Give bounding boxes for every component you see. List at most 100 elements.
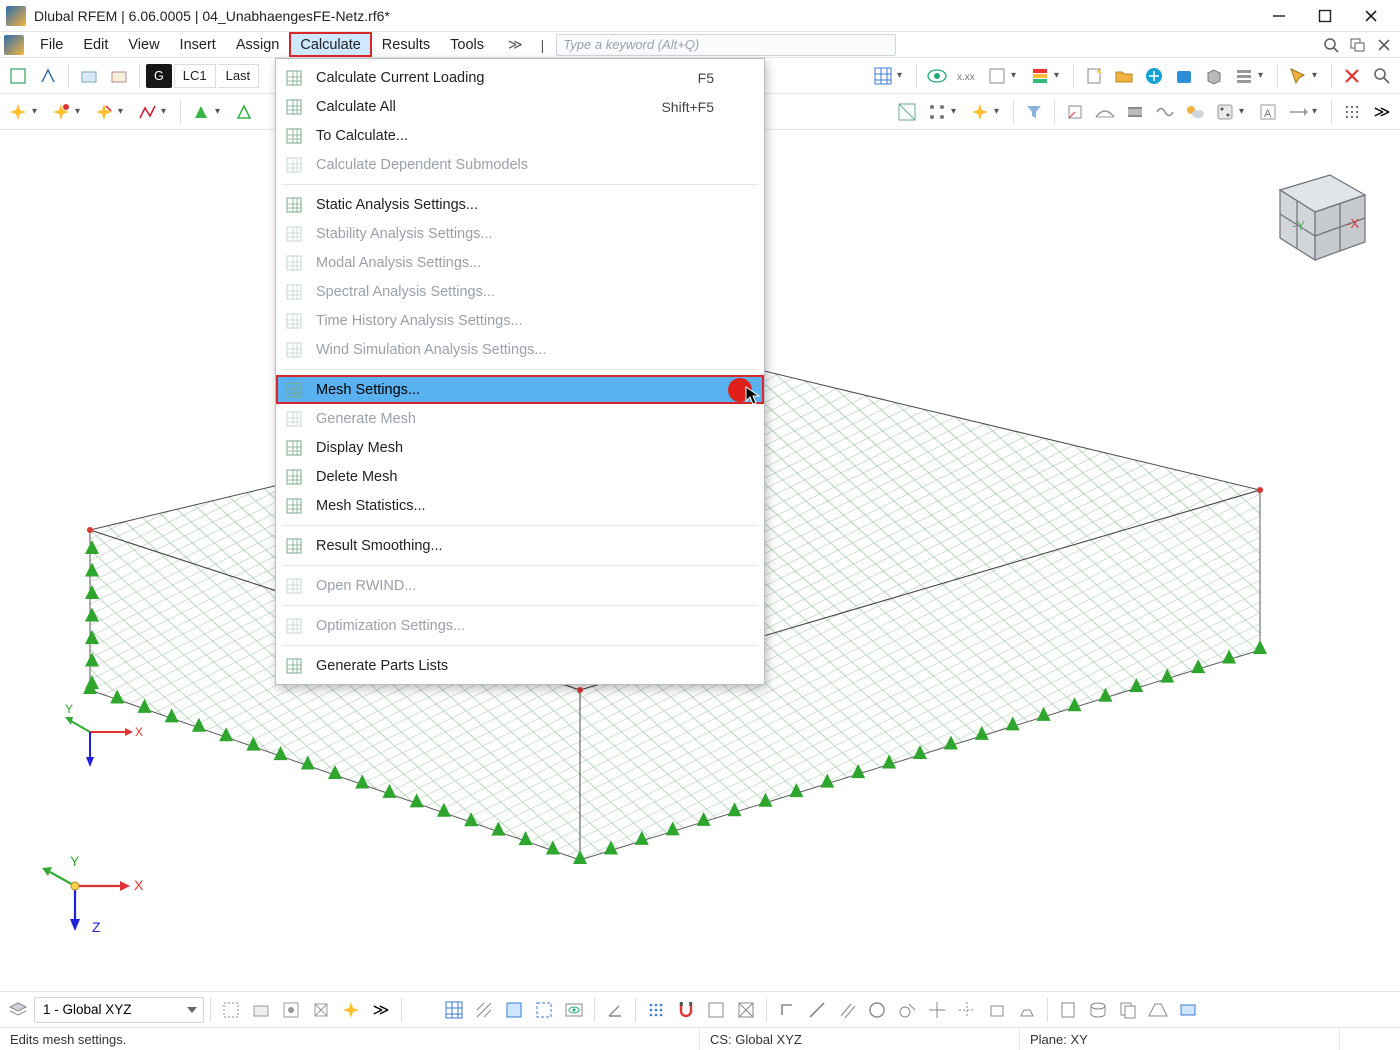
chevron-down-icon[interactable]: ▾ — [32, 106, 42, 117]
menu-calculate[interactable]: Calculate — [289, 32, 371, 57]
section-plane-icon[interactable] — [1174, 996, 1202, 1024]
panel-close-icon[interactable] — [1374, 36, 1394, 54]
angle-icon[interactable] — [601, 996, 629, 1024]
menu-item-mesh-statistics[interactable]: Mesh Statistics... — [276, 491, 764, 520]
support-alt-icon[interactable] — [230, 98, 258, 126]
chevron-down-icon[interactable]: ▾ — [897, 70, 907, 81]
cloud-icon[interactable] — [1140, 62, 1168, 90]
chevron-down-icon[interactable]: ▾ — [1239, 106, 1249, 117]
orientation-cube[interactable]: -Y -X — [1250, 150, 1380, 280]
film-icon[interactable] — [1121, 98, 1149, 126]
restore-panels-icon[interactable] — [1348, 36, 1368, 54]
spark-icon[interactable] — [4, 98, 32, 126]
close-button[interactable] — [1348, 1, 1394, 31]
tool-icon[interactable] — [247, 996, 275, 1024]
arrow-icon[interactable] — [1284, 98, 1312, 126]
menu-overflow-icon[interactable]: ≫ — [504, 36, 527, 53]
menu-item-result-smoothing[interactable]: Result Smoothing... — [276, 531, 764, 560]
list-icon[interactable] — [1230, 62, 1258, 90]
wave-icon[interactable] — [1151, 98, 1179, 126]
mesh-grid-icon[interactable] — [440, 996, 468, 1024]
polyline-icon[interactable] — [133, 98, 161, 126]
cloud-sun-icon[interactable] — [1181, 98, 1209, 126]
group-chip[interactable]: G — [146, 64, 172, 88]
tool-icon[interactable] — [1013, 996, 1041, 1024]
snap-endpoint-icon[interactable] — [702, 996, 730, 1024]
eye-box-icon[interactable] — [560, 996, 588, 1024]
guide-dashed-icon[interactable] — [953, 996, 981, 1024]
chevron-down-icon[interactable]: ▾ — [994, 106, 1004, 117]
menu-item-mesh-settings[interactable]: Mesh Settings... — [276, 375, 764, 404]
tool-icon[interactable] — [105, 62, 133, 90]
view-combo[interactable]: 1 - Global XYZ — [34, 997, 204, 1023]
select-all-icon[interactable] — [500, 996, 528, 1024]
spark-red-icon[interactable] — [47, 98, 75, 126]
spark-arrow-icon[interactable] — [90, 98, 118, 126]
snap-grid-icon[interactable] — [642, 996, 670, 1024]
page-copy-icon[interactable] — [1114, 996, 1142, 1024]
last-loadcase-button[interactable]: Last — [218, 64, 260, 88]
module-icon[interactable] — [1170, 62, 1198, 90]
menu-file[interactable]: File — [30, 32, 73, 57]
mesh-lines-icon[interactable] — [470, 996, 498, 1024]
parallel-tool-icon[interactable] — [833, 996, 861, 1024]
chevron-down-icon[interactable]: ▾ — [161, 106, 171, 117]
chevron-down-icon[interactable]: ▾ — [215, 106, 225, 117]
line-tool-icon[interactable] — [803, 996, 831, 1024]
perspective-icon[interactable] — [1144, 996, 1172, 1024]
search-go-icon[interactable] — [1322, 36, 1342, 54]
search-input[interactable] — [556, 34, 896, 56]
chevron-down-icon[interactable]: ▾ — [1054, 70, 1064, 81]
overflow-icon[interactable]: ≫ — [1368, 98, 1396, 126]
guide-cross-icon[interactable] — [923, 996, 951, 1024]
color-map-icon[interactable] — [1026, 62, 1054, 90]
menu-item-calculate-current-loading[interactable]: Calculate Current LoadingF5 — [276, 63, 764, 92]
page-front-icon[interactable] — [1054, 996, 1082, 1024]
app-menu-icon[interactable] — [4, 35, 24, 55]
maximize-button[interactable] — [1302, 1, 1348, 31]
menu-item-display-mesh[interactable]: Display Mesh — [276, 433, 764, 462]
menu-item-calculate-all[interactable]: Calculate AllShift+F5 — [276, 92, 764, 121]
menu-view[interactable]: View — [118, 32, 169, 57]
section-icon[interactable] — [893, 98, 921, 126]
tool-icon[interactable] — [277, 996, 305, 1024]
visibility-icon[interactable] — [923, 62, 951, 90]
magnet-icon[interactable] — [672, 996, 700, 1024]
tool-icon[interactable] — [4, 62, 32, 90]
minimize-button[interactable] — [1256, 1, 1302, 31]
tangent-tool-icon[interactable] — [893, 996, 921, 1024]
menu-assign[interactable]: Assign — [226, 32, 290, 57]
menu-item-generate-parts-lists[interactable]: Generate Parts Lists — [276, 651, 764, 680]
menu-insert[interactable]: Insert — [170, 32, 226, 57]
axes-box-icon[interactable] — [1061, 98, 1089, 126]
chevron-down-icon[interactable]: ▾ — [951, 106, 961, 117]
label-xxx-icon[interactable]: x.xx — [953, 62, 981, 90]
overflow-icon[interactable]: ≫ — [367, 996, 395, 1024]
show-hidden-icon[interactable] — [217, 996, 245, 1024]
chevron-down-icon[interactable]: ▾ — [1011, 70, 1021, 81]
select-window-icon[interactable] — [530, 996, 558, 1024]
cancel-icon[interactable] — [1338, 62, 1366, 90]
menu-edit[interactable]: Edit — [73, 32, 118, 57]
spark-icon[interactable] — [966, 98, 994, 126]
tool-icon[interactable] — [75, 62, 103, 90]
chevron-down-icon[interactable]: ▾ — [75, 106, 85, 117]
chevron-down-icon[interactable]: ▾ — [118, 106, 128, 117]
open-icon[interactable] — [1110, 62, 1138, 90]
select-icon[interactable] — [1284, 62, 1312, 90]
menu-item-delete-mesh[interactable]: Delete Mesh — [276, 462, 764, 491]
tool-icon[interactable] — [34, 62, 62, 90]
tool-icon[interactable] — [983, 62, 1011, 90]
chevron-down-icon[interactable]: ▾ — [1258, 70, 1268, 81]
new-project-icon[interactable] — [1080, 62, 1108, 90]
box-icon[interactable] — [1200, 62, 1228, 90]
layer-icon[interactable] — [4, 996, 32, 1024]
ortho-icon[interactable] — [773, 996, 801, 1024]
grid-toggle-icon[interactable] — [869, 62, 897, 90]
dice-icon[interactable] — [1211, 98, 1239, 126]
menu-item-static-analysis-settings[interactable]: Static Analysis Settings... — [276, 190, 764, 219]
tool-icon[interactable] — [307, 996, 335, 1024]
filter-icon[interactable] — [1020, 98, 1048, 126]
bridge-icon[interactable] — [1091, 98, 1119, 126]
menu-results[interactable]: Results — [372, 32, 440, 57]
